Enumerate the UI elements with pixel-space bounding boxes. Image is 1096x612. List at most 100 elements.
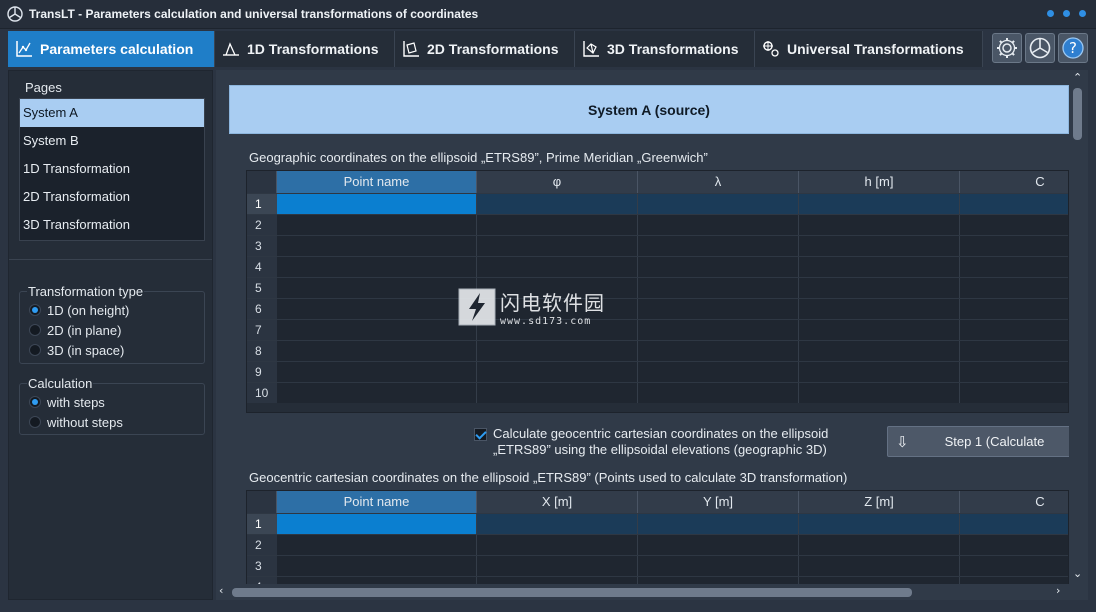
table-row[interactable]: 1	[247, 193, 1068, 214]
page-item-system-a[interactable]: System A	[20, 99, 204, 127]
table-cell[interactable]	[477, 215, 638, 235]
table-cell[interactable]	[638, 257, 799, 277]
scroll-up-icon[interactable]: ⌃	[1073, 71, 1082, 84]
radio-3d-in-space[interactable]: 3D (in space)	[20, 340, 204, 360]
table-cell[interactable]	[960, 236, 1068, 256]
column-header-lambda[interactable]: λ	[638, 171, 799, 193]
table-cell[interactable]	[638, 383, 799, 403]
table-cell[interactable]	[477, 514, 638, 534]
table-cell[interactable]	[477, 341, 638, 361]
table-cell[interactable]	[638, 514, 799, 534]
maximize-button[interactable]	[1063, 10, 1070, 17]
settings-button[interactable]	[992, 33, 1022, 63]
table-row[interactable]: 10	[247, 382, 1068, 403]
table-cell[interactable]	[638, 535, 799, 555]
row-number[interactable]: 1	[247, 514, 277, 534]
table-row[interactable]: 2	[247, 214, 1068, 235]
radio-without-steps[interactable]: without steps	[20, 412, 204, 432]
corner-cell[interactable]	[247, 171, 277, 193]
column-header-phi[interactable]: φ	[477, 171, 638, 193]
close-button[interactable]	[1079, 10, 1086, 17]
corner-cell[interactable]	[247, 491, 277, 513]
row-number[interactable]: 2	[247, 215, 277, 235]
table-cell[interactable]	[960, 514, 1068, 534]
table-cell[interactable]	[638, 194, 799, 214]
table-cell[interactable]	[799, 299, 960, 319]
geocentric-checkbox[interactable]	[474, 428, 487, 441]
table-row[interactable]: 4	[247, 256, 1068, 277]
table-cell[interactable]	[638, 556, 799, 576]
column-header-point-name[interactable]: Point name	[277, 491, 477, 513]
column-header-h[interactable]: h [m]	[799, 171, 960, 193]
table-cell[interactable]	[477, 194, 638, 214]
table-cell[interactable]	[960, 278, 1068, 298]
row-number[interactable]: 10	[247, 383, 277, 403]
table-cell[interactable]	[960, 299, 1068, 319]
table-cell[interactable]	[638, 341, 799, 361]
point-name-cell[interactable]	[277, 236, 477, 256]
row-number[interactable]: 5	[247, 278, 277, 298]
tab-2d-transformations[interactable]: 2D Transformations	[395, 31, 575, 67]
table-cell[interactable]	[638, 362, 799, 382]
table-cell[interactable]	[799, 320, 960, 340]
row-number[interactable]: 3	[247, 236, 277, 256]
table-cell[interactable]	[799, 236, 960, 256]
point-name-cell[interactable]	[277, 514, 477, 534]
app-menu-button[interactable]	[1025, 33, 1055, 63]
row-number[interactable]: 3	[247, 556, 277, 576]
table-cell[interactable]	[960, 341, 1068, 361]
table-cell[interactable]	[799, 278, 960, 298]
row-number[interactable]: 6	[247, 299, 277, 319]
radio-indicator[interactable]	[29, 344, 41, 356]
table-row[interactable]: 5	[247, 277, 1068, 298]
row-number[interactable]: 4	[247, 257, 277, 277]
point-name-cell[interactable]	[277, 320, 477, 340]
horizontal-scroll-thumb[interactable]	[232, 588, 912, 597]
table-cell[interactable]	[477, 257, 638, 277]
point-name-cell[interactable]	[277, 257, 477, 277]
row-number[interactable]: 1	[247, 194, 277, 214]
scroll-left-icon[interactable]: ‹	[219, 584, 223, 597]
table-cell[interactable]	[960, 362, 1068, 382]
table-cell[interactable]	[799, 514, 960, 534]
row-number[interactable]: 2	[247, 535, 277, 555]
table-cell[interactable]	[799, 535, 960, 555]
help-button[interactable]: ?	[1058, 33, 1088, 63]
table-row[interactable]: 9	[247, 361, 1068, 382]
step-1-button[interactable]: ⇩ Step 1 (Calculate	[887, 426, 1087, 457]
point-name-cell[interactable]	[277, 299, 477, 319]
table-cell[interactable]	[638, 278, 799, 298]
table-row[interactable]: 1	[247, 513, 1068, 534]
table-row[interactable]: 3	[247, 235, 1068, 256]
table-cell[interactable]	[477, 362, 638, 382]
point-name-cell[interactable]	[277, 535, 477, 555]
table-row[interactable]: 8	[247, 340, 1068, 361]
table-cell[interactable]	[638, 299, 799, 319]
radio-1d-on-height[interactable]: 1D (on height)	[20, 300, 204, 320]
table-cell[interactable]	[960, 194, 1068, 214]
table-cell[interactable]	[638, 215, 799, 235]
table-row[interactable]: 6	[247, 298, 1068, 319]
table-cell[interactable]	[477, 535, 638, 555]
radio-indicator[interactable]	[29, 324, 41, 336]
table-cell[interactable]	[799, 257, 960, 277]
minimize-button[interactable]	[1047, 10, 1054, 17]
page-item-3d-transformation[interactable]: 3D Transformation	[20, 211, 204, 239]
radio-indicator[interactable]	[29, 304, 41, 316]
point-name-cell[interactable]	[277, 341, 477, 361]
radio-indicator[interactable]	[29, 416, 41, 428]
page-item-system-b[interactable]: System B	[20, 127, 204, 155]
cartesian-coordinates-table[interactable]: Point name X [m] Y [m] Z [m] C 1234	[246, 490, 1069, 590]
point-name-cell[interactable]	[277, 556, 477, 576]
vertical-scrollbar[interactable]: ⌃ ⌄	[1069, 70, 1088, 584]
scroll-right-icon[interactable]: ›	[1056, 584, 1060, 597]
tab-parameters-calculation[interactable]: Parameters calculation	[8, 31, 215, 67]
table-cell[interactable]	[638, 236, 799, 256]
column-header-x[interactable]: X [m]	[477, 491, 638, 513]
point-name-cell[interactable]	[277, 215, 477, 235]
table-row[interactable]: 3	[247, 555, 1068, 576]
radio-indicator[interactable]	[29, 396, 41, 408]
table-cell[interactable]	[477, 236, 638, 256]
table-cell[interactable]	[960, 383, 1068, 403]
point-name-cell[interactable]	[277, 194, 477, 214]
